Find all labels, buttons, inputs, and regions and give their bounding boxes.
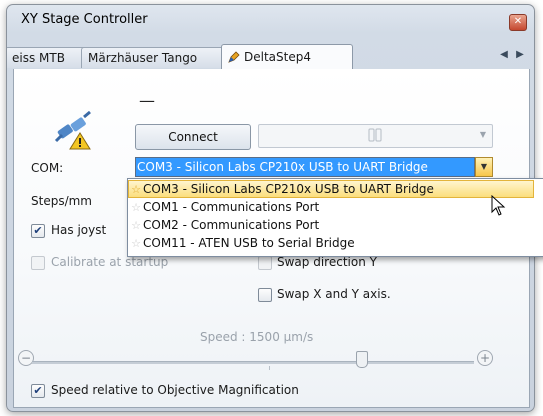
swap-x-y-checkbox[interactable] [258, 288, 272, 302]
tab-scroll-left-icon[interactable]: ◀ [499, 49, 509, 60]
title-bar[interactable]: XY Stage Controller ✕ [7, 5, 534, 35]
tab-marzhauser-tango[interactable]: Märzhäuser Tango [81, 47, 235, 68]
speed-increase-icon[interactable]: + [477, 350, 493, 366]
pencil-icon [228, 47, 240, 63]
connection-status-text: — [139, 91, 155, 110]
com-option-label: COM1 - Communications Port [143, 200, 320, 214]
speed-relative-label: Speed relative to Objective Magnificatio… [51, 383, 299, 397]
mouse-pointer-icon [491, 194, 507, 217]
tab-label: eiss MTB [12, 51, 65, 65]
com-label: COM: [31, 161, 64, 175]
star-icon: ☆ [131, 219, 141, 232]
speed-slider-thumb[interactable] [356, 351, 368, 368]
com-option[interactable]: ☆ COM11 - ATEN USB to Serial Bridge [129, 234, 533, 252]
steps-per-mm-label: Steps/mm [31, 194, 92, 208]
tab-deltastep4[interactable]: DeltaStep4 [221, 44, 353, 69]
has-joystick-checkbox[interactable]: ✔ [31, 224, 45, 238]
star-icon: ☆ [131, 183, 141, 196]
com-port-dropdown-list: ☆ COM3 - Silicon Labs CP210x USB to UART … [127, 178, 543, 257]
com-dropdown-chevron-icon[interactable]: ▼ [475, 157, 493, 177]
connect-button[interactable]: Connect [135, 124, 251, 150]
slider-tick [269, 366, 270, 370]
com-port-select[interactable]: COM3 - Silicon Labs CP210x USB to UART B… [135, 157, 475, 177]
tab-zeiss-mtb[interactable]: eiss MTB [7, 47, 89, 68]
swap-x-y-label: Swap X and Y axis. [277, 287, 391, 301]
com-option-label: COM3 - Silicon Labs CP210x USB to UART B… [143, 182, 434, 196]
close-button[interactable]: ✕ [509, 14, 527, 31]
com-option[interactable]: ☆ COM2 - Communications Port [129, 216, 533, 234]
tab-label: Märzhäuser Tango [88, 51, 198, 65]
device-type-icon [367, 127, 383, 143]
speed-label: Speed : 1500 µm/s [200, 330, 314, 344]
chevron-down-icon: ▼ [479, 130, 486, 139]
swap-direction-y-label: Swap direction Y [277, 255, 377, 269]
com-option-label: COM2 - Communications Port [143, 218, 320, 232]
star-icon: ☆ [131, 201, 141, 214]
disconnected-plug-warning-icon [54, 110, 94, 151]
window-title: XY Stage Controller [21, 12, 148, 27]
speed-slider-track[interactable] [32, 361, 474, 364]
calibrate-at-startup-label: Calibrate at startup [51, 255, 169, 269]
com-option[interactable]: ☆ COM3 - Silicon Labs CP210x USB to UART … [128, 180, 534, 198]
swap-direction-y-checkbox[interactable] [258, 256, 272, 270]
device-tab-strip: eiss MTB Märzhäuser Tango DeltaStep4 ◀ ▶ [7, 43, 529, 70]
tab-scroll-right-icon[interactable]: ▶ [515, 49, 525, 60]
tab-label: DeltaStep4 [244, 50, 311, 64]
com-port-selected-value: COM3 - Silicon Labs CP210x USB to UART B… [137, 160, 428, 174]
has-joystick-label: Has joyst [51, 223, 107, 237]
calibrate-at-startup-checkbox[interactable] [31, 256, 45, 270]
com-option-label: COM11 - ATEN USB to Serial Bridge [143, 236, 355, 250]
device-select[interactable]: ▼ [258, 124, 493, 148]
star-icon: ☆ [131, 237, 141, 250]
com-option[interactable]: ☆ COM1 - Communications Port [129, 198, 533, 216]
speed-relative-checkbox[interactable]: ✔ [31, 384, 45, 398]
